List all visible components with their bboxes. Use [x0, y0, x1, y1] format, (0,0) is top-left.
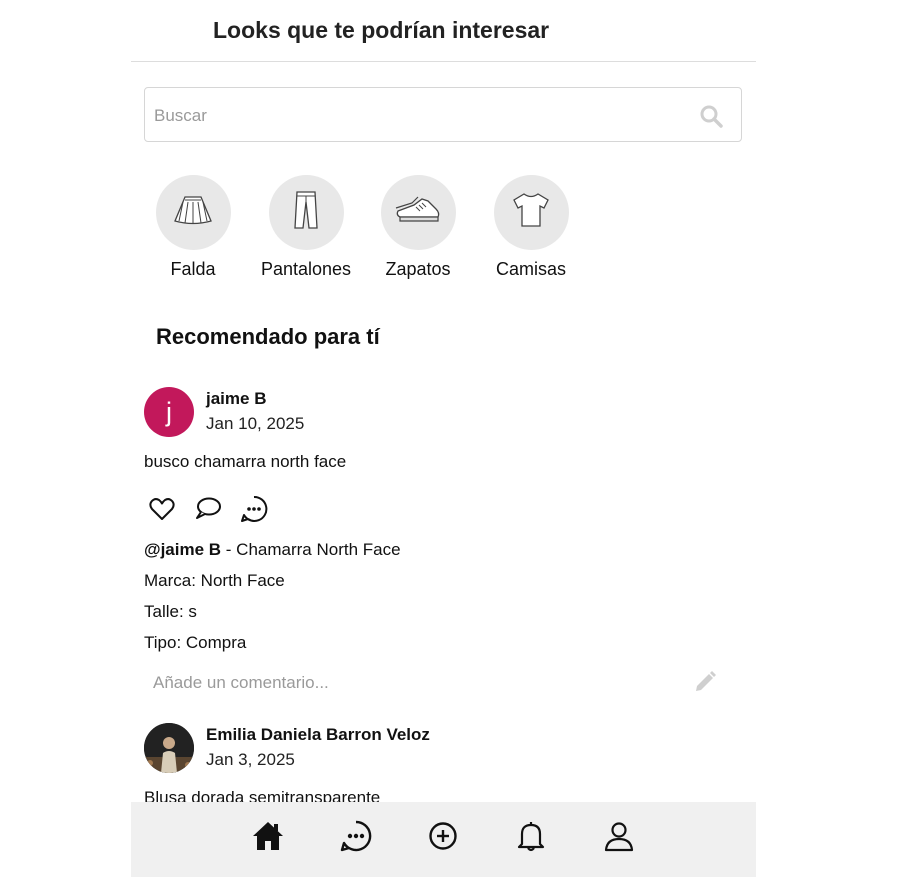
avatar[interactable]: j [144, 387, 194, 437]
bottom-nav [131, 802, 756, 877]
section-title: Recomendado para tí [156, 324, 380, 349]
search-bar [144, 87, 742, 143]
category-camisas[interactable]: Camisas [476, 175, 586, 280]
category-circle [493, 175, 569, 250]
post-type: Tipo: Compra [144, 633, 247, 652]
category-circle [268, 175, 344, 250]
post-date: Jan 3, 2025 [206, 750, 295, 769]
category-label: Zapatos [385, 259, 451, 279]
search-input[interactable] [152, 88, 696, 143]
category-label: Falda [170, 259, 216, 279]
pencil-icon[interactable] [693, 670, 717, 694]
post-card: j jaime B Jan 10, 2025 busco chamarra no… [144, 387, 742, 717]
category-label: Pantalones [260, 259, 352, 279]
post-username[interactable]: jaime B [206, 389, 266, 409]
post-actions [148, 495, 268, 523]
category-label: Camisas [495, 259, 566, 279]
post-item-title: - Chamarra North Face [221, 540, 401, 559]
avatar[interactable] [144, 723, 194, 773]
category-falda[interactable]: Falda [138, 175, 248, 280]
comment-input[interactable] [151, 665, 695, 701]
tshirt-icon [511, 191, 551, 234]
pants-icon [291, 190, 321, 235]
category-circle [155, 175, 231, 250]
post-date: Jan 10, 2025 [206, 414, 305, 433]
post-text: busco chamarra north face [144, 452, 347, 471]
post-title-line: @jaime B - Chamarra North Face [144, 540, 401, 560]
chat-dots-icon[interactable] [240, 495, 268, 523]
category-zapatos[interactable]: Zapatos [363, 175, 473, 280]
post-card: Emilia Daniela Barron Veloz Jan 3, 2025 … [144, 723, 742, 813]
comment-box [144, 665, 742, 701]
post-mention[interactable]: @jaime B [144, 540, 221, 559]
skirt-icon [171, 193, 215, 232]
post-brand: Marca: North Face [144, 571, 285, 590]
profile-icon[interactable] [602, 819, 636, 853]
bell-icon[interactable] [514, 819, 548, 853]
category-circle [380, 175, 456, 250]
heart-icon[interactable] [148, 495, 176, 523]
search-icon[interactable] [699, 104, 723, 128]
header: Looks que te podrían interesar [131, 0, 756, 62]
home-icon[interactable] [251, 819, 285, 853]
app-page: Looks que te podrían interesar Falda Pan… [131, 0, 756, 877]
sneaker-icon [394, 195, 442, 230]
category-pantalones[interactable]: Pantalones [251, 175, 361, 280]
comment-icon[interactable] [194, 495, 222, 523]
post-size: Talle: s [144, 602, 197, 621]
add-icon[interactable] [426, 819, 460, 853]
post-username[interactable]: Emilia Daniela Barron Veloz [206, 725, 430, 745]
chat-icon[interactable] [339, 819, 373, 853]
page-title: Looks que te podrían interesar [213, 17, 550, 43]
avatar-initial: j [166, 396, 172, 427]
